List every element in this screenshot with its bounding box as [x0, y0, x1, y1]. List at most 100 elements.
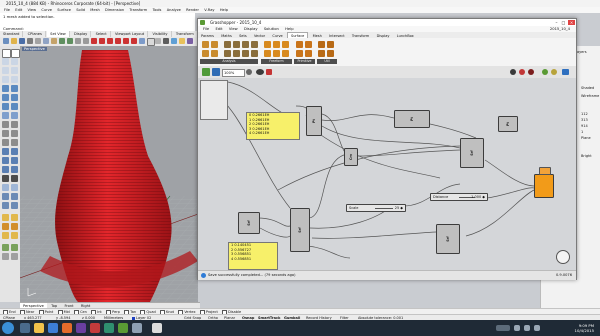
zoom-level[interactable]: 100%: [222, 69, 245, 77]
shaded-preview-icon[interactable]: [519, 69, 525, 75]
material-icon[interactable]: [187, 38, 193, 44]
paint-icon[interactable]: [266, 69, 272, 75]
menu-solid[interactable]: Solid: [76, 8, 85, 12]
app-icon[interactable]: [104, 323, 114, 333]
start-button[interactable]: [2, 322, 14, 334]
join-icon[interactable]: [2, 157, 9, 164]
hide-icon[interactable]: [2, 202, 9, 209]
zoom-icon[interactable]: [91, 38, 97, 44]
close-icon[interactable]: ×: [568, 20, 575, 25]
property-value[interactable]: Plane: [581, 136, 591, 140]
data-panel[interactable]: 1 0.140451 2 0.556727 3 0.556851 4 0.556…: [228, 242, 278, 270]
area-icon[interactable]: [224, 41, 231, 48]
curve-icon[interactable]: [11, 58, 18, 65]
wireframe-icon[interactable]: [147, 38, 155, 46]
environment-icon[interactable]: [11, 223, 18, 230]
point-icon[interactable]: [11, 49, 20, 58]
surface-icon[interactable]: [2, 85, 9, 92]
menu-analyze[interactable]: Analyze: [167, 8, 181, 12]
zoom-selected-icon[interactable]: [115, 38, 121, 44]
property-value[interactable]: 1: [581, 130, 583, 134]
menu-surface[interactable]: Surface: [57, 8, 71, 12]
preview-quality-icon[interactable]: [551, 69, 557, 75]
save-icon[interactable]: [19, 38, 25, 44]
menu-help[interactable]: Help: [220, 8, 228, 12]
gh-component[interactable]: Pt: [394, 110, 430, 128]
number-slider-scale[interactable]: Scale 25 ◆: [346, 204, 406, 212]
save-file-icon[interactable]: [212, 68, 220, 76]
zoom-window-icon[interactable]: [99, 38, 105, 44]
sweep-icon[interactable]: [282, 41, 289, 48]
wireframe-preview-icon[interactable]: [510, 69, 516, 75]
firefox-icon[interactable]: [62, 323, 72, 333]
layer-icon[interactable]: [171, 38, 177, 44]
mesh-icon[interactable]: [2, 112, 9, 119]
rhino-active-icon[interactable]: [152, 323, 162, 333]
box-icon[interactable]: [2, 103, 9, 110]
pan-icon[interactable]: [75, 38, 81, 44]
language-indicator-icon[interactable]: [496, 325, 510, 331]
menu-dimension[interactable]: Dimension: [105, 8, 124, 12]
text-icon[interactable]: [11, 175, 18, 182]
network-surface-icon[interactable]: [273, 50, 280, 57]
flip-icon[interactable]: [327, 41, 334, 48]
gear-icon[interactable]: [11, 253, 18, 260]
copy-object-icon[interactable]: [11, 121, 18, 128]
viewport-label[interactable]: Perspective: [22, 47, 47, 51]
offset-icon[interactable]: [11, 166, 18, 173]
rotate-view-icon[interactable]: [83, 38, 89, 44]
vray-icon[interactable]: [2, 232, 9, 239]
maximize-icon[interactable]: □: [560, 20, 567, 25]
property-value[interactable]: 914: [581, 124, 588, 128]
undo-icon[interactable]: [59, 38, 65, 44]
explode-icon[interactable]: [11, 157, 18, 164]
browser-icon[interactable]: [48, 323, 58, 333]
menu-file[interactable]: File: [4, 8, 10, 12]
property-value[interactable]: 313: [581, 118, 588, 122]
dimensions-icon[interactable]: [242, 50, 249, 57]
offset-surface-icon[interactable]: [318, 41, 325, 48]
menu-tools[interactable]: Tools: [153, 8, 162, 12]
distance-icon[interactable]: [11, 184, 18, 191]
cylinder-icon[interactable]: [296, 50, 303, 57]
preview-mesh-icon[interactable]: [542, 69, 548, 75]
gh-component[interactable]: Pt: [498, 116, 518, 132]
mesh-box-icon[interactable]: [11, 112, 18, 119]
grasshopper-canvas[interactable]: 0 0.2661EH 1 0.2661EH 2 0.2661EH 3 0.266…: [198, 78, 576, 270]
paste-icon[interactable]: [51, 38, 57, 44]
viewer-panel[interactable]: [200, 80, 228, 120]
grasshopper-icon[interactable]: [2, 244, 9, 251]
gh-component[interactable]: Srf: [290, 208, 310, 252]
box-component-icon[interactable]: [296, 41, 303, 48]
surface-closest-point-icon[interactable]: [251, 41, 258, 48]
geometry-param-icon[interactable]: [202, 50, 209, 57]
menu-render[interactable]: Render: [186, 8, 199, 12]
is-planar-icon[interactable]: [251, 50, 258, 57]
zoom-extents-icon[interactable]: [107, 38, 113, 44]
property-value[interactable]: 112: [581, 112, 588, 116]
rendered-icon[interactable]: [163, 38, 169, 44]
block-icon[interactable]: [11, 193, 18, 200]
open-folder-icon[interactable]: [11, 38, 17, 44]
folder-icon[interactable]: [34, 323, 44, 333]
taskbar-clock[interactable]: 9:09 PM 10/4/2015: [575, 323, 594, 333]
mirror-icon[interactable]: [2, 139, 9, 146]
surface-param-icon[interactable]: [202, 41, 209, 48]
arc-icon[interactable]: [11, 67, 18, 74]
sun-icon[interactable]: [11, 214, 18, 221]
network-icon[interactable]: [514, 325, 520, 331]
gh-component[interactable]: Srf: [460, 138, 484, 168]
ribbon-group-primitive[interactable]: Primitive: [294, 59, 315, 64]
vray-options-icon[interactable]: [11, 232, 18, 239]
revolve-icon[interactable]: [11, 94, 18, 101]
light-icon[interactable]: [179, 38, 185, 44]
volume-icon[interactable]: [524, 325, 530, 331]
menu-transform[interactable]: Transform: [129, 8, 147, 12]
four-view-icon[interactable]: [131, 38, 137, 44]
twisted-box-icon[interactable]: [211, 50, 218, 57]
notification-icon[interactable]: [534, 325, 540, 331]
boundary-surface-icon[interactable]: [282, 50, 289, 57]
select-icon[interactable]: [2, 49, 11, 58]
preview-eye-icon[interactable]: [256, 69, 264, 75]
slider-value[interactable]: 25 ◆: [395, 205, 403, 211]
